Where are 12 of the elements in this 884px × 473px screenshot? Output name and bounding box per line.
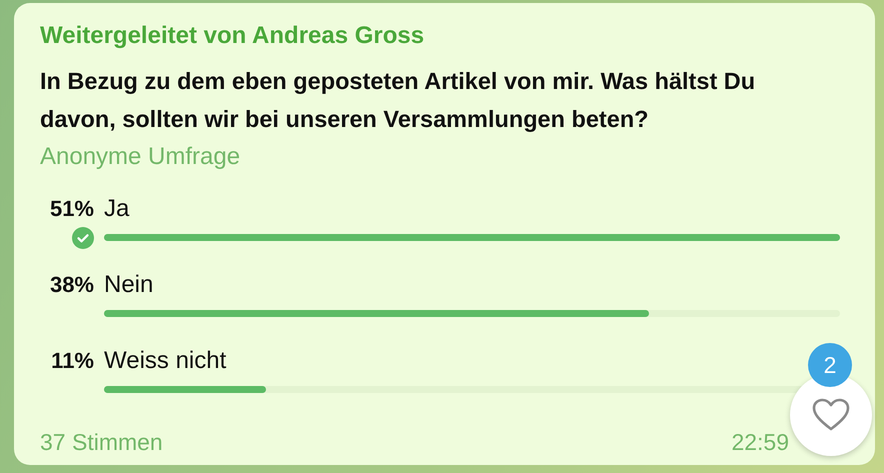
option-percent: 51% — [50, 195, 94, 223]
vote-count: 37 Stimmen — [40, 428, 163, 457]
option-percent: 38% — [50, 271, 94, 299]
message-time: 22:59 — [731, 428, 789, 457]
option-percent: 11% — [51, 347, 94, 375]
option-label: Ja — [104, 194, 130, 224]
poll-type: Anonyme Umfrage — [40, 142, 242, 172]
poll-question: In Bezug zu dem eben geposteten Artikel von mir. Was hältst Du davon, sollten wir bei unseren Versammlungen beten? — [40, 67, 756, 134]
heart-icon — [811, 397, 851, 433]
option-label: Weiss nicht — [104, 346, 226, 376]
option-label: Nein — [104, 270, 154, 300]
forwarded-from: Weitergeleitet von Andreas Gross — [40, 21, 426, 51]
